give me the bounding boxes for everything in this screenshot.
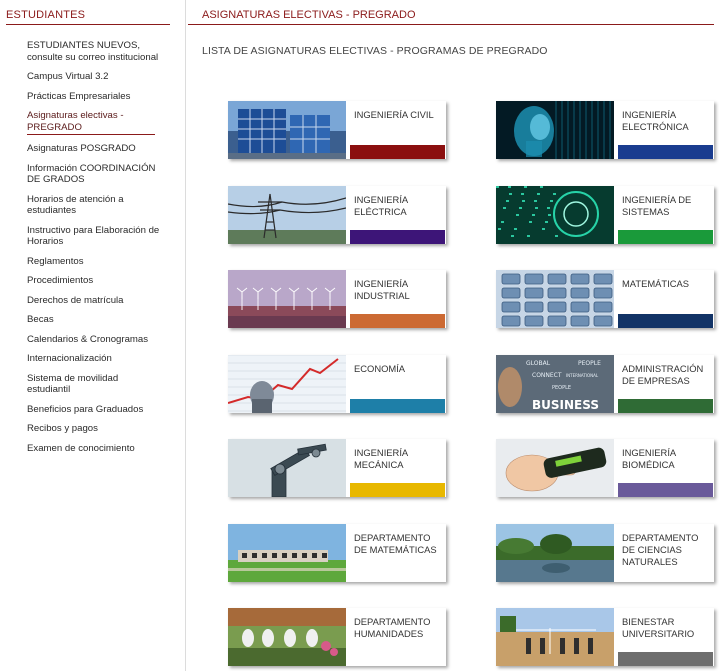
sidebar-item-reglamentos[interactable]: Reglamentos	[27, 256, 162, 268]
program-card-hand-device[interactable]: INGENIERÍA BIOMÉDICA	[496, 439, 714, 497]
program-image-digital-face	[496, 101, 614, 159]
program-card-label: INGENIERÍA MECÁNICA	[354, 447, 408, 471]
sidebar-item-becas[interactable]: Becas	[27, 314, 162, 326]
program-card-label: ADMINISTRACIÓN DE EMPRESAS	[622, 363, 704, 387]
program-card-digital-circuit[interactable]: INGENIERÍA DE SISTEMAS	[496, 186, 714, 244]
svg-text:CONNECT: CONNECT	[532, 372, 562, 379]
program-card-students-garden[interactable]: DEPARTAMENTO HUMANIDADES	[228, 608, 446, 666]
program-color-bar	[618, 652, 713, 666]
program-card-label: DEPARTAMENTO HUMANIDADES	[354, 616, 431, 640]
program-color-bar	[350, 145, 445, 159]
program-color-bar	[350, 399, 445, 413]
sidebar-item-coordinacion-grados[interactable]: Información COORDINACIÓN DE GRADOS	[27, 163, 162, 186]
program-card-digital-face[interactable]: INGENIERÍA ELECTRÓNICA	[496, 101, 714, 159]
sidebar-item-campus-virtual[interactable]: Campus Virtual 3.2	[27, 71, 162, 83]
program-card-robot-arm[interactable]: INGENIERÍA MECÁNICA	[228, 439, 446, 497]
program-color-bar	[350, 652, 445, 666]
page-title-rule	[188, 24, 714, 25]
svg-text:PEOPLE: PEOPLE	[552, 385, 571, 391]
program-color-bar	[618, 399, 713, 413]
program-image-calculator-keys	[496, 270, 614, 328]
sidebar-item-internacionalizacion[interactable]: Internacionalización	[27, 353, 162, 365]
svg-text:GLOBAL: GLOBAL	[526, 360, 551, 367]
sidebar-item-practicas-empresariales[interactable]: Prácticas Empresariales	[27, 91, 162, 103]
program-color-bar	[350, 483, 445, 497]
svg-text:INTERNATIONAL: INTERNATIONAL	[566, 373, 599, 378]
program-image-sports-field	[496, 608, 614, 666]
program-card-label: INGENIERÍA CIVIL	[354, 109, 434, 120]
page-title: ASIGNATURAS ELECTIVAS - PREGRADO	[202, 9, 416, 21]
program-color-bar	[618, 483, 713, 497]
sidebar-item-asignaturas-electivas[interactable]: Asignaturas electivas - PREGRADO	[27, 110, 162, 135]
sidebar-item-horarios-atencion[interactable]: Horarios de atención a estudiantes	[27, 194, 162, 217]
program-image-hand-device	[496, 439, 614, 497]
program-card-wind-farm[interactable]: INGENIERÍA INDUSTRIAL	[228, 270, 446, 328]
sidebar-item-movilidad[interactable]: Sistema de movilidad estudiantil	[27, 373, 162, 396]
program-image-robot-arm	[228, 439, 346, 497]
program-card-label: MATEMÁTICAS	[622, 278, 690, 289]
program-card-label: INGENIERÍA ELECTRÓNICA	[622, 109, 689, 133]
program-color-bar	[618, 145, 713, 159]
program-color-bar	[350, 230, 445, 244]
sidebar-item-asignaturas-posgrado[interactable]: Asignaturas POSGRADO	[27, 143, 162, 155]
sidebar-item-estudiantes-nuevos[interactable]: ESTUDIANTES NUEVOS, consulte su correo i…	[27, 40, 162, 63]
page-subtitle: LISTA DE ASIGNATURAS ELECTIVAS - PROGRAM…	[202, 45, 548, 57]
sidebar-item-beneficios-graduados[interactable]: Beneficios para Graduados	[27, 404, 162, 416]
program-image-growth-chart	[228, 355, 346, 413]
sidebar-item-examen-conocimiento[interactable]: Examen de conocimiento	[27, 443, 162, 455]
program-image-digital-circuit	[496, 186, 614, 244]
program-image-civil-building	[228, 101, 346, 159]
program-image-students-garden	[228, 608, 346, 666]
program-image-wind-farm	[228, 270, 346, 328]
svg-text:PEOPLE: PEOPLE	[578, 360, 601, 367]
program-card-campus-building[interactable]: DEPARTAMENTO DE MATEMÁTICAS	[228, 524, 446, 582]
program-card-label: INGENIERÍA ELÉCTRICA	[354, 194, 408, 218]
program-card-label: BIENESTAR UNIVERSITARIO	[622, 616, 695, 640]
program-card-business-words[interactable]: GLOBAL PEOPLE CONNECT INTERNATIONAL PEOPLE…	[496, 355, 714, 413]
program-card-growth-chart[interactable]: ECONOMÍA	[228, 355, 446, 413]
program-color-bar	[350, 314, 445, 328]
sidebar-nav: ESTUDIANTES NUEVOS, consulte su correo i…	[27, 40, 162, 462]
program-image-lake-forest	[496, 524, 614, 582]
program-card-power-tower[interactable]: INGENIERÍA ELÉCTRICA	[228, 186, 446, 244]
sidebar-item-recibos-pagos[interactable]: Recibos y pagos	[27, 423, 162, 435]
sidebar-item-procedimientos[interactable]: Procedimientos	[27, 275, 162, 287]
sidebar-item-calendarios[interactable]: Calendarios & Cronogramas	[27, 334, 162, 346]
program-color-bar	[618, 230, 713, 244]
program-image-power-tower	[228, 186, 346, 244]
sidebar-item-instructivo-horarios[interactable]: Instructivo para Elaboración de Horarios	[27, 225, 162, 248]
program-color-bar	[618, 568, 713, 582]
program-card-sports-field[interactable]: BIENESTAR UNIVERSITARIO	[496, 608, 714, 666]
program-card-label: DEPARTAMENTO DE CIENCIAS NATURALES	[622, 532, 699, 568]
sidebar-item-label: Asignaturas electivas - PREGRADO	[27, 110, 124, 133]
program-image-campus-building	[228, 524, 346, 582]
program-color-bar	[618, 314, 713, 328]
sidebar-item-derechos-matricula[interactable]: Derechos de matrícula	[27, 295, 162, 307]
sidebar-title-rule	[6, 24, 170, 25]
program-card-civil-building[interactable]: INGENIERÍA CIVIL	[228, 101, 446, 159]
program-card-calculator-keys[interactable]: MATEMÁTICAS	[496, 270, 714, 328]
program-card-label: INGENIERÍA INDUSTRIAL	[354, 278, 410, 302]
program-card-lake-forest[interactable]: DEPARTAMENTO DE CIENCIAS NATURALES	[496, 524, 714, 582]
svg-text:BUSINESS: BUSINESS	[532, 398, 599, 412]
active-item-underline	[27, 134, 155, 135]
sidebar-title: ESTUDIANTES	[6, 9, 86, 21]
column-divider	[185, 0, 186, 671]
program-card-label: DEPARTAMENTO DE MATEMÁTICAS	[354, 532, 437, 556]
program-card-label: INGENIERÍA DE SISTEMAS	[622, 194, 692, 218]
program-color-bar	[350, 568, 445, 582]
program-card-label: INGENIERÍA BIOMÉDICA	[622, 447, 676, 471]
program-card-label: ECONOMÍA	[354, 363, 406, 374]
program-image-business-words: GLOBAL PEOPLE CONNECT INTERNATIONAL PEOPLE…	[496, 355, 614, 413]
sidebar: ESTUDIANTES ESTUDIANTES NUEVOS, consulte…	[0, 0, 172, 671]
